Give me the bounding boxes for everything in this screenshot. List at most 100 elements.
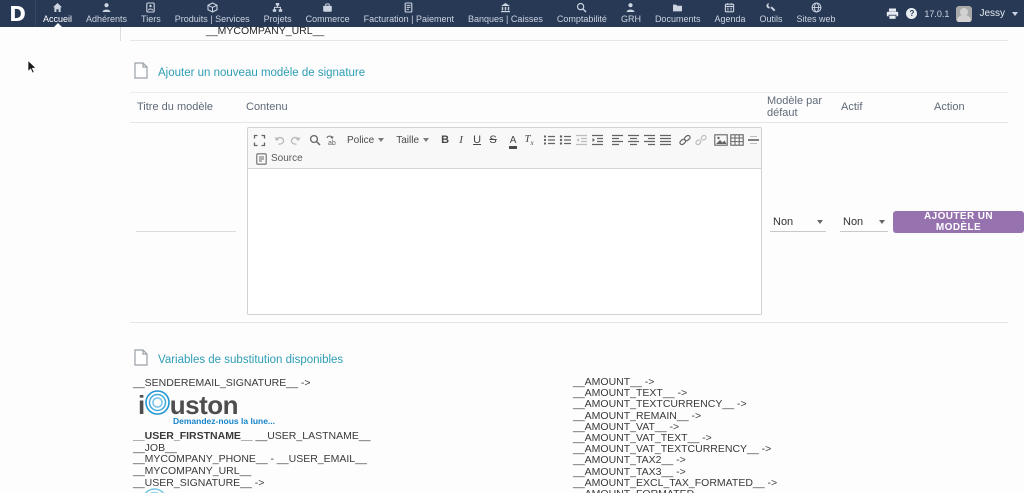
nav-label: Tiers	[141, 14, 161, 24]
mouse-cursor	[27, 60, 40, 79]
align-left-icon[interactable]	[609, 132, 625, 149]
align-right-icon[interactable]	[641, 132, 657, 149]
nav-label: Agenda	[714, 14, 745, 24]
variable-sender-signature: __SENDEREMAIL_SIGNATURE__ ->	[133, 377, 311, 389]
svg-text:ab: ab	[328, 140, 336, 147]
nav-item-sites-web[interactable]: Sites web	[790, 0, 843, 27]
remove-format-button[interactable]: Tx	[521, 132, 537, 149]
source-icon	[256, 153, 267, 165]
editor-content-area[interactable]	[248, 169, 761, 314]
nav-label: Sites web	[797, 14, 836, 24]
home-icon	[52, 2, 63, 13]
nav-item-agenda[interactable]: Agenda	[707, 0, 752, 27]
nav-label: Produits | Services	[175, 14, 250, 24]
default-template-select[interactable]: Non	[770, 212, 826, 232]
nav-item-commerce[interactable]: Commerce	[299, 0, 357, 27]
nav-item-produits-services[interactable]: Produits | Services	[168, 0, 257, 27]
active-select[interactable]: Non	[840, 212, 888, 232]
table-header-border	[130, 122, 1008, 123]
column-header-action: Action	[934, 101, 965, 113]
outdent-icon[interactable]	[573, 132, 589, 149]
user-menu[interactable]: Jessy	[979, 8, 1005, 19]
nav-label: Banques | Caisses	[468, 14, 543, 24]
table-row-border	[130, 322, 1008, 323]
members-icon	[101, 2, 112, 13]
italic-button[interactable]: I	[453, 132, 469, 149]
dolibarr-logo[interactable]: D	[0, 0, 36, 27]
column-header-content: Contenu	[246, 101, 288, 113]
font-size-label: Taille	[396, 135, 419, 146]
help-icon[interactable]: ?	[906, 8, 917, 19]
link-icon[interactable]	[677, 132, 693, 149]
chevron-down-icon	[423, 138, 429, 142]
nav-label: Outils	[760, 14, 783, 24]
print-icon[interactable]	[886, 8, 899, 20]
documents-icon	[672, 2, 683, 13]
variable-amount-formated-partial: __AMOUNT_FORMATED__	[573, 489, 777, 493]
variable-user-signature: __USER_SIGNATURE__ ->	[133, 478, 371, 490]
nav-label: Projets	[264, 14, 292, 24]
editor-toolbar-row1: ab Police Taille B I U S A Tx	[251, 130, 758, 150]
chevron-down-icon	[817, 220, 823, 224]
source-button[interactable]: Source	[251, 151, 308, 167]
nav-item-grh[interactable]: GRH	[614, 0, 648, 27]
thirdparties-icon	[145, 2, 156, 13]
nav-item-comptabilite[interactable]: Comptabilité	[550, 0, 614, 27]
logo-tagline: Demandez-nous la lune...	[173, 416, 275, 426]
variable-amount-tax2: __AMOUNT_TAX2__ ->	[573, 455, 777, 466]
unlink-icon[interactable]	[693, 132, 709, 149]
version-text: 17.0.1	[924, 9, 949, 19]
nav-item-banques-caisses[interactable]: Banques | Caisses	[461, 0, 550, 27]
undo-icon[interactable]	[271, 132, 287, 149]
nav-label: Comptabilité	[557, 14, 607, 24]
nav-item-outils[interactable]: Outils	[753, 0, 790, 27]
section-title-add-template: Ajouter un nouveau modèle de signature	[158, 67, 365, 79]
chevron-down-icon[interactable]	[1012, 12, 1018, 16]
horizontal-rule-icon[interactable]	[745, 132, 761, 149]
bank-icon	[500, 2, 511, 13]
commerce-icon	[322, 2, 333, 13]
nav-item-facturation-paiement[interactable]: Facturation | Paiement	[357, 0, 461, 27]
redo-icon[interactable]	[287, 132, 303, 149]
logo-letter: D	[9, 4, 26, 24]
align-justify-icon[interactable]	[657, 132, 673, 149]
align-center-icon[interactable]	[625, 132, 641, 149]
indent-icon[interactable]	[589, 132, 605, 149]
underline-button[interactable]: U	[469, 132, 485, 149]
billing-icon	[403, 2, 414, 13]
nav-item-documents[interactable]: Documents	[648, 0, 708, 27]
variable-user-name: __USER_FIRSTNAME__ __USER_LASTNAME__	[133, 431, 371, 443]
maximize-icon[interactable]	[251, 132, 267, 149]
insert-image-icon[interactable]	[713, 132, 729, 149]
add-template-button[interactable]: AJOUTER UN MODÈLE	[893, 211, 1024, 233]
font-size-dropdown[interactable]: Taille	[392, 135, 433, 146]
signature-content-editor: ab Police Taille B I U S A Tx	[247, 127, 762, 315]
user-avatar[interactable]	[956, 6, 972, 22]
template-title-input[interactable]	[136, 212, 236, 232]
company-logo-partial	[141, 487, 168, 493]
replace-icon[interactable]: ab	[323, 132, 339, 149]
bullet-list-icon[interactable]	[557, 132, 573, 149]
find-icon[interactable]	[307, 132, 323, 149]
chevron-down-icon	[378, 138, 384, 142]
top-navbar: D Accueil Adhérents Tiers Produits | Ser…	[0, 0, 1024, 27]
active-select-value: Non	[843, 216, 863, 228]
column-header-active: Actif	[841, 101, 862, 113]
default-select-value: Non	[773, 216, 793, 228]
nav-item-adherents[interactable]: Adhérents	[79, 0, 134, 27]
insert-table-icon[interactable]	[729, 132, 745, 149]
nav-item-tiers[interactable]: Tiers	[134, 0, 168, 27]
nav-label: Adhérents	[86, 14, 127, 24]
column-header-title: Titre du modèle	[137, 101, 213, 113]
nav-item-accueil[interactable]: Accueil	[36, 0, 79, 27]
projects-icon	[272, 2, 283, 13]
text-color-button[interactable]: A	[505, 132, 521, 149]
nav-item-projets[interactable]: Projets	[257, 0, 299, 27]
numbered-list-icon[interactable]	[541, 132, 557, 149]
nav-label: Documents	[655, 14, 701, 24]
company-logo: i uston Demandez-nous la lune...	[138, 389, 275, 426]
bold-button[interactable]: B	[437, 132, 453, 149]
font-family-dropdown[interactable]: Police	[343, 135, 388, 146]
strikethrough-button[interactable]: S	[485, 132, 501, 149]
variable-amount-textcurrency: __AMOUNT_TEXTCURRENCY__ ->	[573, 399, 777, 410]
